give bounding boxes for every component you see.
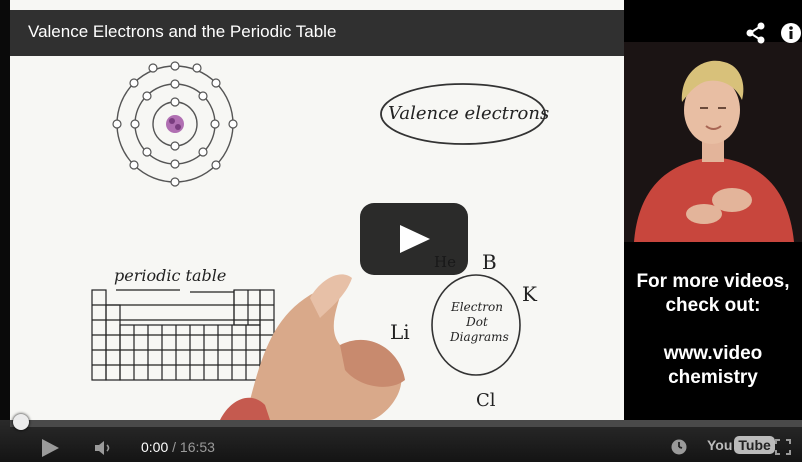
element-b: B	[482, 250, 497, 274]
periodic-table-sketch	[91, 289, 275, 381]
duration: 16:53	[179, 439, 215, 455]
volume-icon[interactable]	[94, 439, 116, 457]
side-panel: For more videos, check out: www.video ch…	[624, 0, 802, 420]
element-cl: Cl	[476, 390, 496, 411]
play-icon	[400, 225, 430, 253]
big-play-button[interactable]	[360, 203, 468, 275]
info-icon[interactable]	[780, 22, 802, 44]
promo-line1: For more videos,	[636, 271, 790, 292]
progress-bar[interactable]	[10, 414, 802, 430]
time-display: 0:00 / 16:53	[141, 439, 215, 455]
periodic-table-label: periodic table	[114, 266, 227, 285]
play-button[interactable]	[40, 438, 60, 458]
whiteboard-drawing	[91, 61, 546, 420]
dot-label-line1: Electron	[451, 300, 503, 314]
current-time: 0:00	[141, 439, 169, 455]
control-bar: 0:00 / 16:53 You Tube	[0, 414, 802, 462]
dot-label-line3: Diagrams	[450, 330, 509, 344]
video-title[interactable]: Valence Electrons and the Periodic Table	[28, 22, 336, 42]
left-border	[0, 0, 10, 462]
logo-you: You	[707, 437, 733, 453]
clock-icon[interactable]	[670, 438, 688, 456]
time-separator: /	[168, 439, 180, 455]
element-li: Li	[390, 320, 410, 344]
promo-line2: check out:	[665, 295, 761, 316]
fullscreen-icon[interactable]	[774, 438, 792, 456]
logo-tube: Tube	[734, 436, 775, 454]
element-k: K	[522, 282, 537, 306]
presenter-video	[624, 42, 802, 242]
valence-electrons-label: Valence electrons	[388, 103, 550, 124]
promo-url-line2: chemistry	[668, 367, 758, 388]
progress-scrubber[interactable]	[13, 414, 29, 430]
video-frame[interactable]: Valence electrons periodic table Electro…	[10, 0, 624, 420]
title-bar: Valence Electrons and the Periodic Table	[10, 10, 624, 56]
promo-url-line1: www.video	[663, 343, 763, 364]
youtube-logo[interactable]: You Tube	[707, 436, 775, 454]
nucleus	[166, 115, 184, 133]
promo-text: For more videos, check out: www.video ch…	[624, 270, 802, 390]
share-icon[interactable]	[746, 22, 766, 44]
electron-dot-label: Electron Dot Diagrams	[450, 300, 509, 345]
dot-label-line2: Dot	[466, 315, 488, 329]
video-player[interactable]: Valence electrons periodic table Electro…	[0, 0, 802, 462]
